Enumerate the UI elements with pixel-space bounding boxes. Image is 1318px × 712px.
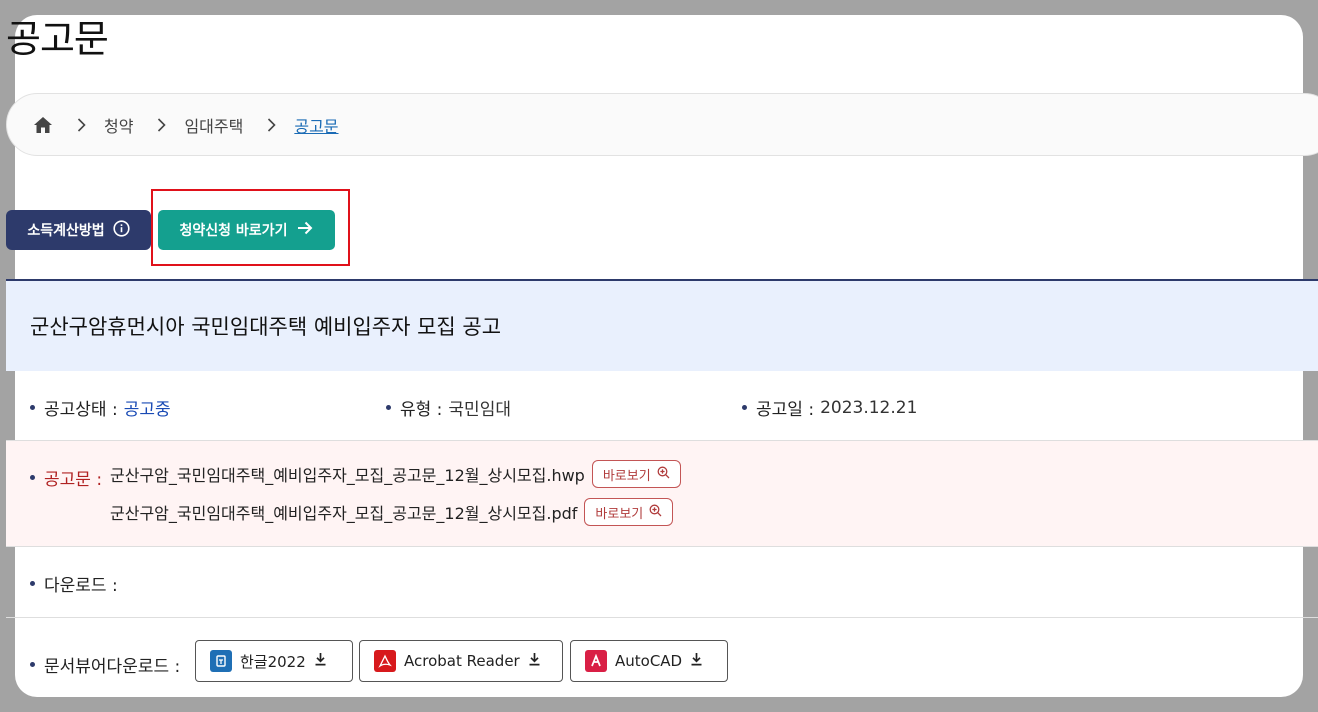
breadcrumb: 청약 임대주택 공고문	[6, 93, 1318, 156]
home-icon[interactable]	[33, 116, 53, 134]
bullet	[386, 405, 391, 410]
view-pdf-button[interactable]: 바로보기	[584, 498, 674, 526]
status-value: 공고중	[123, 400, 171, 420]
chevron-right-icon	[157, 117, 167, 132]
viewer-download-label: 문서뷰어다운로드 :	[30, 652, 180, 677]
notice-docs-row: 공고문 : 군산구암_국민임대주택_예비입주자_모집_공고문_12월_상시모집.…	[6, 441, 1318, 547]
chevron-right-icon	[77, 117, 86, 132]
file-name[interactable]: 군산구암_국민임대주택_예비입주자_모집_공고문_12월_상시모집.pdf	[110, 500, 577, 524]
viewer-hangul-button[interactable]: 한글2022	[195, 640, 353, 682]
file-name[interactable]: 군산구암_국민임대주택_예비입주자_모집_공고문_12월_상시모집.hwp	[110, 462, 585, 486]
bullet	[30, 581, 35, 586]
download-icon	[690, 652, 703, 670]
notice-status: 공고상태 : 공고중	[30, 395, 171, 420]
acrobat-icon	[374, 650, 396, 672]
status-label: 공고상태 :	[44, 400, 118, 420]
file-item-hwp: 군산구암_국민임대주택_예비입주자_모집_공고문_12월_상시모집.hwp 바로…	[110, 460, 681, 488]
bullet	[30, 662, 35, 667]
date-label: 공고일 :	[756, 400, 815, 420]
view-hwp-button[interactable]: 바로보기	[591, 460, 681, 488]
download-label: 다운로드 :	[30, 571, 118, 596]
type-value: 국민임대	[448, 400, 511, 420]
viewer-autocad-button[interactable]: AutoCAD	[570, 640, 728, 682]
notice-type: 유형 : 국민임대	[386, 395, 511, 420]
download-icon	[314, 652, 327, 670]
hangul-icon	[210, 650, 232, 672]
income-method-button[interactable]: 소득계산방법	[6, 210, 151, 250]
viewer-acrobat-button[interactable]: Acrobat Reader	[359, 640, 563, 682]
zoom-in-icon	[649, 504, 662, 521]
file-item-pdf: 군산구암_국민임대주택_예비입주자_모집_공고문_12월_상시모집.pdf 바로…	[110, 498, 674, 526]
notice-date: 공고일 : 2023.12.21	[742, 395, 917, 420]
chevron-right-icon	[267, 117, 276, 132]
page-title: 공고문	[6, 17, 109, 61]
breadcrumb-item-notice[interactable]: 공고문	[294, 113, 338, 137]
breadcrumb-item-rental[interactable]: 임대주택	[184, 113, 243, 137]
download-row: 다운로드 :	[6, 547, 1318, 618]
income-method-label: 소득계산방법	[27, 223, 105, 239]
bullet	[30, 405, 35, 410]
autocad-icon	[585, 650, 607, 672]
viewer-download-row: 문서뷰어다운로드 : 한글2022 Acrobat Reader AutoCAD	[6, 618, 1318, 702]
download-icon	[528, 652, 541, 670]
info-icon	[113, 219, 130, 241]
notice-title: 군산구암휴먼시아 국민임대주택 예비입주자 모집 공고	[6, 281, 1318, 371]
notice-docs-label: 공고문 :	[30, 465, 102, 490]
date-value: 2023.12.21	[820, 397, 918, 418]
bullet	[30, 475, 35, 480]
notice-info-row: 공고상태 : 공고중 유형 : 국민임대 공고일 : 2023.12.21	[6, 371, 1318, 441]
type-label: 유형 :	[400, 400, 443, 420]
breadcrumb-item-subscription[interactable]: 청약	[104, 113, 133, 137]
bullet	[742, 405, 747, 410]
highlight-frame	[151, 189, 350, 266]
zoom-in-icon	[657, 466, 670, 483]
